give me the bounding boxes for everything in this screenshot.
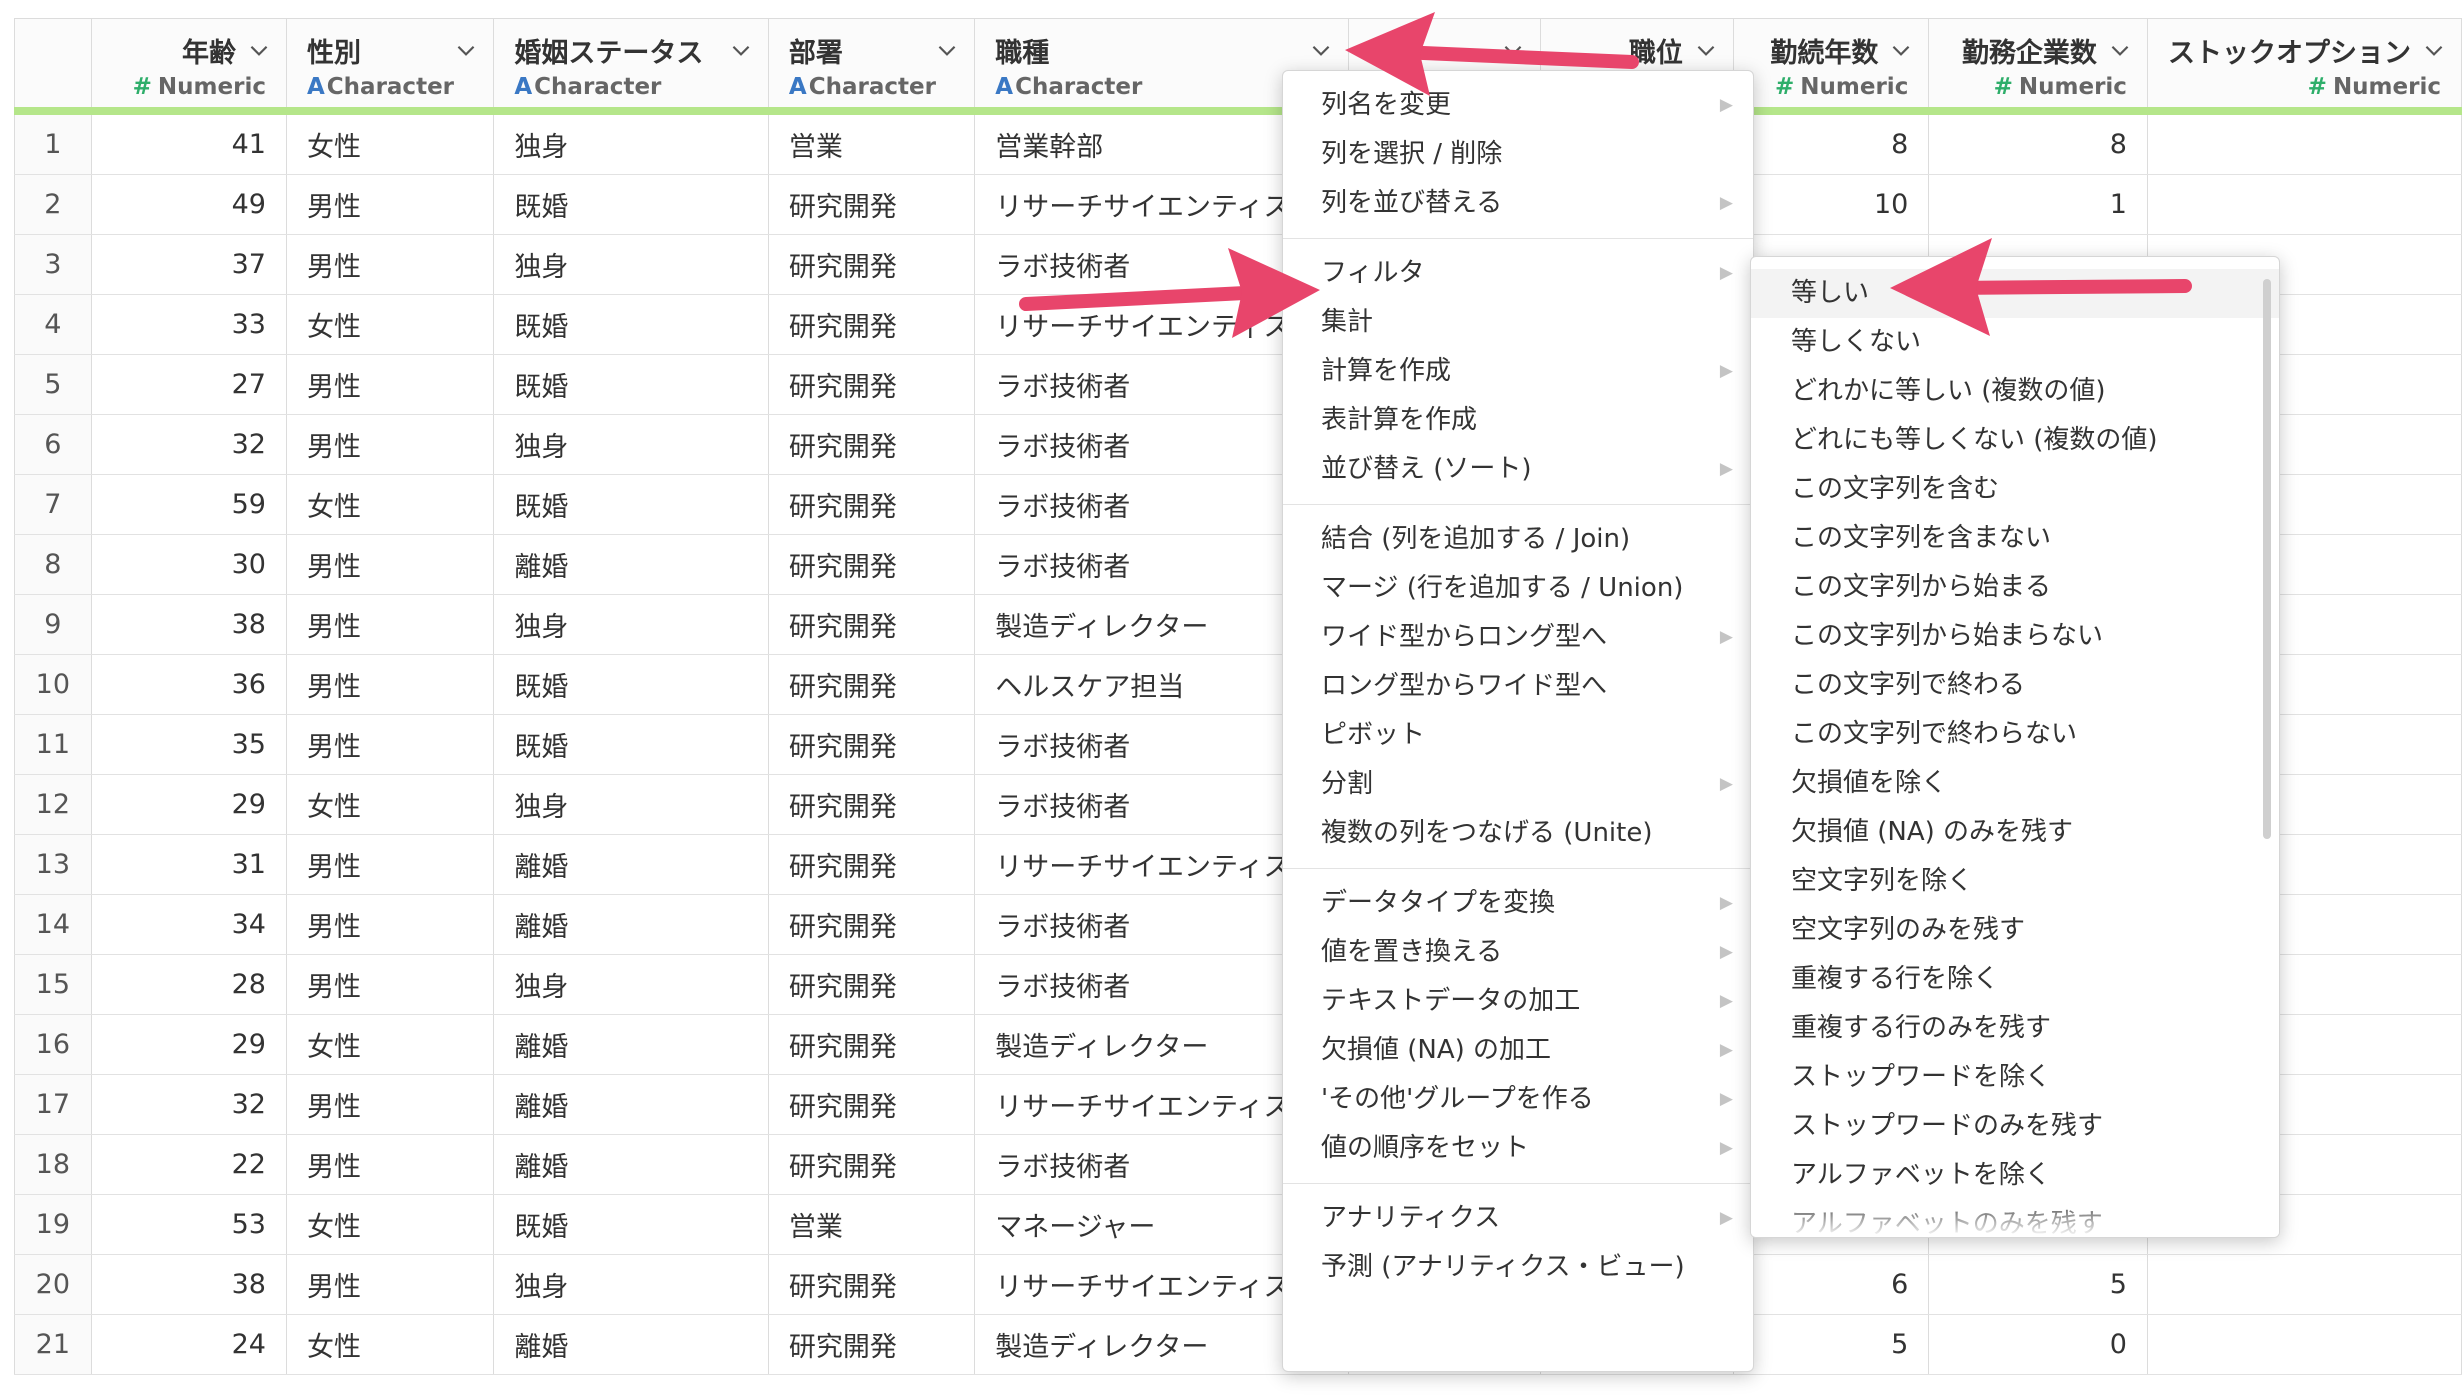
annotation-arrows — [1019, 12, 2192, 338]
arrow-to-equals-item — [1890, 238, 2192, 336]
arrow-to-filter-item — [1019, 248, 1320, 338]
arrow-to-column-header — [1345, 12, 1639, 96]
